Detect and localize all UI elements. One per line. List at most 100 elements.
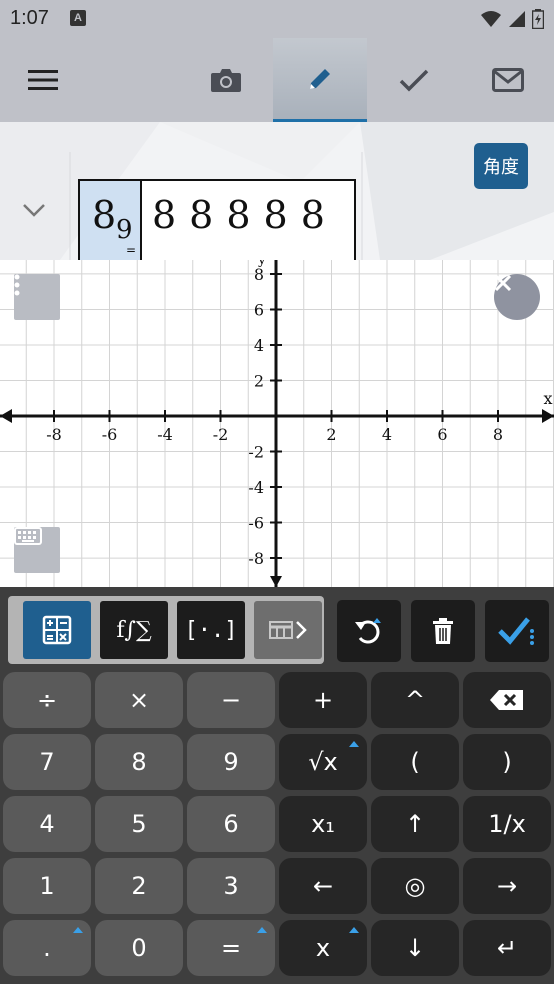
x-tick-label: 2 [326, 425, 336, 444]
check-button[interactable] [368, 38, 460, 122]
key-5[interactable]: 5 [95, 796, 183, 852]
key-9[interactable]: 9 [187, 734, 275, 790]
key-6[interactable]: 6 [187, 796, 275, 852]
math-keypad: f∫∑ [·.] ÷ × − + ^ 7 8 9 √x () 4 5 6 x₁ ↑ 1/x 1 2 3 ← ◎ →. 0 = x… [0, 587, 554, 984]
pencil-button[interactable] [273, 38, 367, 122]
key-label: × [128, 686, 150, 714]
undo-icon [355, 618, 381, 644]
key-variable[interactable]: x [279, 920, 367, 976]
status-icons [480, 8, 544, 30]
key-backspace[interactable] [463, 672, 551, 728]
key-label: x₁ [311, 810, 335, 838]
key-close-paren[interactable]: ) [463, 734, 551, 790]
key-left[interactable]: ← [279, 858, 367, 914]
key-label: √x [308, 748, 338, 776]
key-3[interactable]: 3 [187, 858, 275, 914]
notification-a-icon: A [70, 10, 86, 26]
key-label: ÷ [36, 686, 58, 714]
key-up[interactable]: ↑ [371, 796, 459, 852]
key-down[interactable]: ↓ [371, 920, 459, 976]
mode-calculus-button[interactable]: f∫∑ [100, 601, 168, 659]
key-label: − [220, 686, 242, 714]
status-time: 1:07 [10, 7, 49, 29]
submit-button[interactable] [485, 600, 549, 662]
expr-rest: 88888 [152, 193, 338, 237]
y-tick-label: 8 [254, 265, 264, 284]
x-axis-label: x [543, 389, 552, 408]
x-tick-label: -2 [213, 425, 229, 444]
y-tick-label: -2 [248, 443, 264, 462]
checkmark-submit-icon [498, 617, 534, 645]
key-1[interactable]: 1 [3, 858, 91, 914]
x-tick-label: -4 [157, 425, 173, 444]
battery-icon [532, 9, 544, 29]
y-tick-label: -8 [248, 549, 264, 568]
key-divide[interactable]: ÷ [3, 672, 91, 728]
pencil-icon [310, 68, 330, 89]
key-variant-indicator [257, 927, 267, 933]
app-toolbar [0, 38, 554, 122]
graph-canvas[interactable]: xy-8 -6 -4 -2 2 4 6 88642-2-4-6-8 [0, 260, 554, 587]
key-subscript[interactable]: x₁ [279, 796, 367, 852]
key-variant-indicator [73, 927, 83, 933]
y-tick-label: 6 [254, 301, 264, 320]
wifi-icon [481, 11, 501, 27]
key-plus[interactable]: + [279, 672, 367, 728]
key-sqrt[interactable]: √x [279, 734, 367, 790]
key-8[interactable]: 8 [95, 734, 183, 790]
key-4[interactable]: 4 [3, 796, 91, 852]
keyboard-toggle-button[interactable] [14, 527, 60, 573]
input-area: 角度 8 9 = 88888 [0, 122, 554, 260]
key-multiply[interactable]: × [95, 672, 183, 728]
camera-button[interactable] [180, 38, 272, 122]
key-label: 6 [223, 810, 239, 838]
key-variant-indicator [349, 927, 359, 933]
y-axis-arrow-down [270, 576, 282, 587]
delete-all-button[interactable] [411, 600, 475, 662]
key-equals[interactable]: = [187, 920, 275, 976]
mail-button[interactable] [462, 38, 554, 122]
y-tick-label: 4 [254, 336, 264, 355]
key-label: 8 [131, 748, 147, 776]
x-axis-arrow-left [0, 409, 12, 423]
key-label: ^ [404, 686, 426, 714]
mode-matrix-button[interactable]: [·.] [177, 601, 245, 659]
math-selected-cell[interactable]: 8 9 = [80, 181, 142, 260]
graph-menu-button[interactable] [14, 274, 60, 320]
menu-button[interactable] [0, 38, 86, 122]
key-minus[interactable]: − [187, 672, 275, 728]
backspace-icon [490, 690, 523, 710]
key-open-paren[interactable]: ( [371, 734, 459, 790]
key-power[interactable]: ^ [371, 672, 459, 728]
y-tick-label: 2 [254, 372, 264, 391]
key-0[interactable]: 0 [95, 920, 183, 976]
undo-button[interactable] [337, 600, 401, 662]
close-graph-button[interactable] [494, 274, 540, 320]
key-7[interactable]: 7 [3, 734, 91, 790]
chevron-down-icon[interactable] [22, 202, 46, 218]
key-cursor[interactable]: ◎ [371, 858, 459, 914]
key-reciprocal[interactable]: 1/x [463, 796, 551, 852]
key-2[interactable]: 2 [95, 858, 183, 914]
angle-unit-button[interactable]: 角度 [474, 143, 528, 189]
key-label: + [312, 686, 334, 714]
math-input-box[interactable]: 8 9 = 88888 [78, 179, 356, 260]
key-label: ↓ [404, 934, 426, 962]
calculator-icon [42, 615, 72, 645]
mode-more-button[interactable] [254, 601, 322, 659]
keyboard-icon [14, 527, 42, 545]
expr-eq: = [126, 243, 137, 257]
trash-icon [433, 618, 453, 644]
checkmark-icon [399, 69, 429, 92]
close-icon [494, 274, 512, 292]
x-tick-label: 6 [437, 425, 447, 444]
keypad-mode-group: f∫∑ [·.] [8, 596, 324, 664]
key-right[interactable]: → [463, 858, 551, 914]
more-vert-icon [14, 274, 20, 296]
mode-calculator-button[interactable] [23, 601, 91, 659]
hamburger-icon [28, 70, 58, 90]
key-enter[interactable]: ↵ [463, 920, 551, 976]
status-bar: 1:07 A [0, 0, 554, 38]
key-decimal[interactable]: . [3, 920, 91, 976]
graph-area[interactable]: x y -8 -6 -4 -2 2 4 6 8 8 6 4 2 -2 -4 -6 -8 [0, 260, 554, 587]
